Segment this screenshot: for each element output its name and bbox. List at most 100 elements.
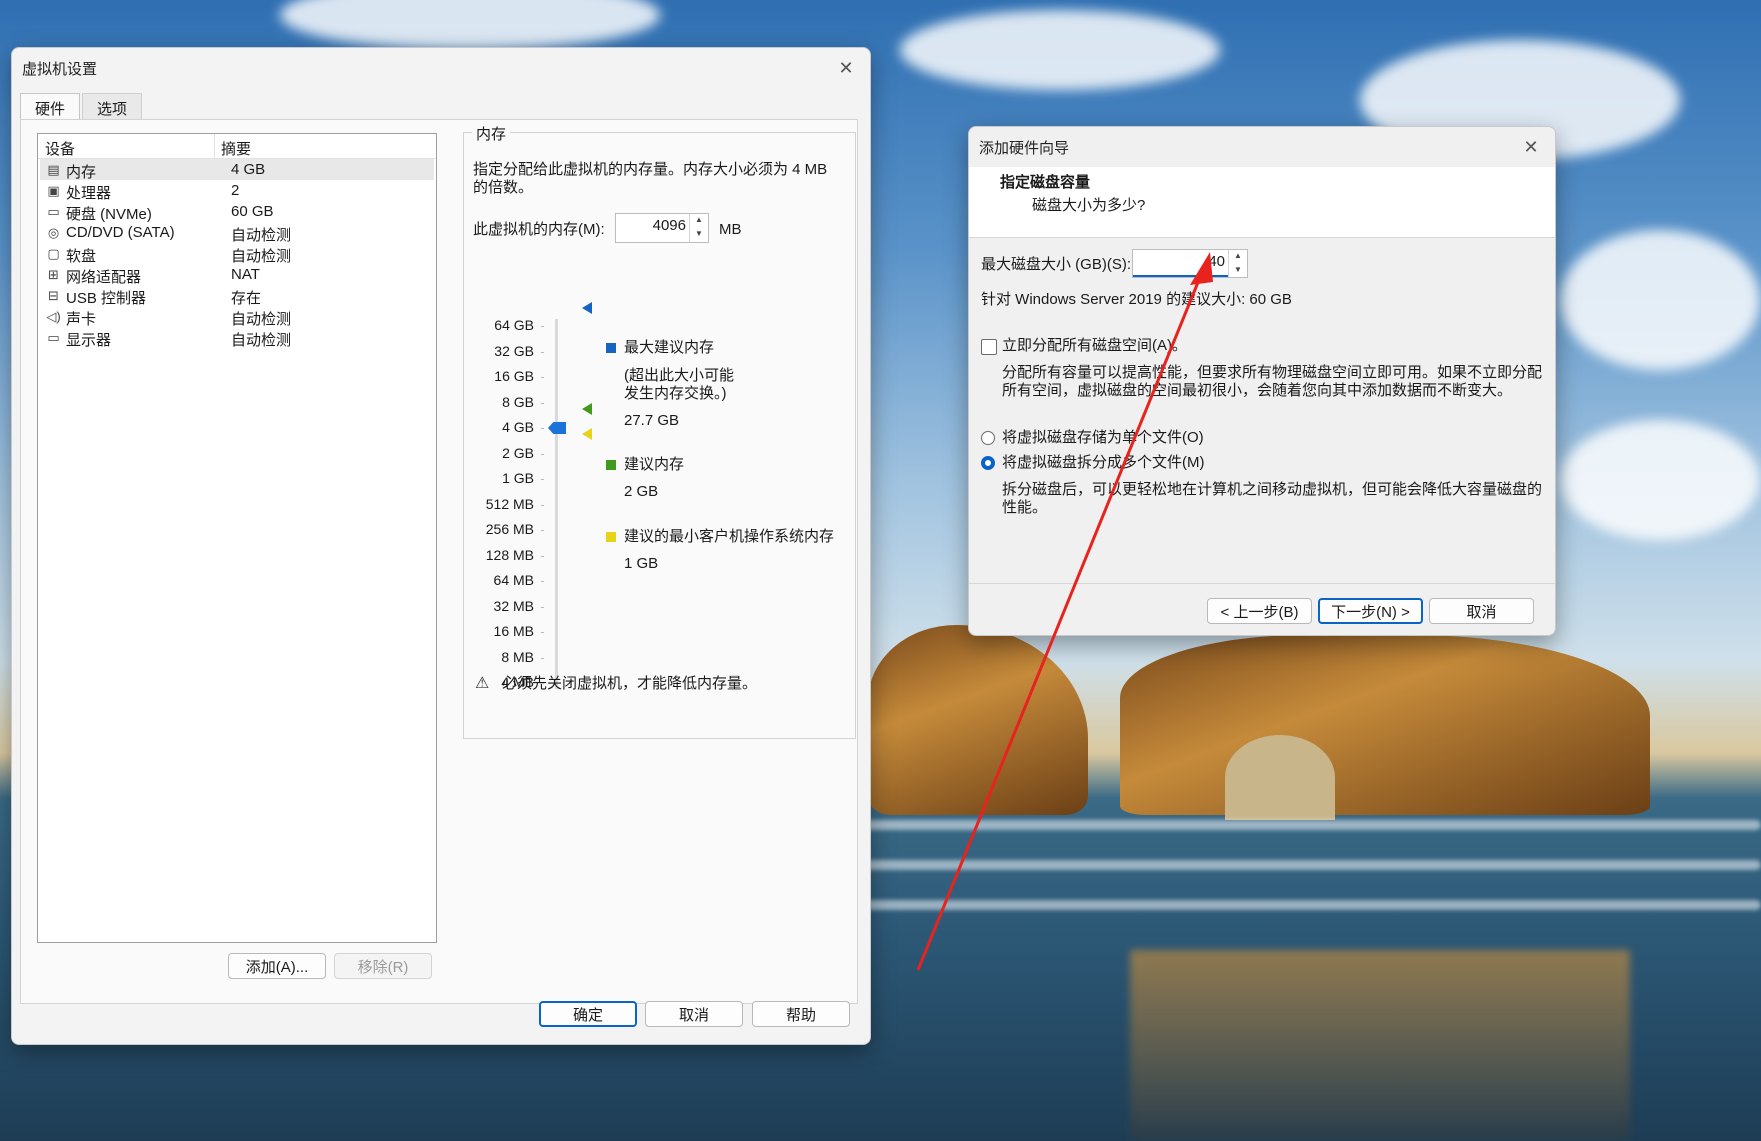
device-row-cd-dvd[interactable]: ◎ CD/DVD (SATA) 自动检测 xyxy=(40,222,434,244)
max-disk-size-value[interactable]: 40 xyxy=(1208,253,1225,270)
memory-scale-label: 8 GB xyxy=(502,393,534,410)
device-name: 内存 xyxy=(66,164,97,181)
single-file-label[interactable]: 将虚拟磁盘存储为单个文件(O) xyxy=(1002,428,1204,447)
memory-slider-track[interactable] xyxy=(555,319,558,689)
device-summary: 自动检测 xyxy=(231,248,292,265)
memory-scale-tick xyxy=(541,581,544,582)
max-recommended-marker xyxy=(582,302,592,314)
stepper-up-icon[interactable]: ▲ xyxy=(690,214,708,228)
memory-scale-tick xyxy=(541,402,544,404)
settings-close-icon[interactable]: ✕ xyxy=(832,54,860,82)
device-row-sound[interactable]: ◁) 声卡 自动检测 xyxy=(40,306,434,328)
memory-description: 指定分配给此虚拟机的内存量。内存大小必须为 4 MB xyxy=(473,161,828,178)
remove-hardware-button[interactable]: 移除(R) xyxy=(334,953,432,979)
speaker-icon: ◁) xyxy=(46,309,61,324)
memory-scale-tick xyxy=(541,657,544,659)
memory-size-value[interactable]: 4096 xyxy=(653,217,686,234)
memory-scale-tick xyxy=(541,632,544,633)
recommended-disk-size: 针对 Windows Server 2019 的建议大小: 60 GB xyxy=(981,291,1292,308)
device-row-usb[interactable]: ⊟ USB 控制器 存在 xyxy=(40,285,434,307)
add-hardware-wizard-window: 添加硬件向导 ✕ 指定磁盘容量 磁盘大小为多少? 最大磁盘大小 (GB)(S):… xyxy=(968,126,1556,636)
cancel-button[interactable]: 取消 xyxy=(645,1001,743,1027)
wave xyxy=(860,820,1761,830)
memory-scale-label: 4 MB xyxy=(501,674,534,690)
max-recommended-label: 最大建议内存 xyxy=(624,339,715,356)
column-device[interactable]: 设备 xyxy=(45,138,75,159)
cpu-icon: ▣ xyxy=(47,183,60,198)
back-button[interactable]: < 上一步(B) xyxy=(1207,598,1312,624)
stepper-up-icon[interactable]: ▲ xyxy=(1229,250,1247,264)
network-adapter-icon: ⊞ xyxy=(48,267,59,282)
max-recommended-swatch xyxy=(606,343,616,353)
memory-field-label: 此虚拟机的内存(M): xyxy=(473,221,605,238)
recommended-marker xyxy=(582,403,592,415)
device-row-floppy[interactable]: ▢ 软盘 自动检测 xyxy=(40,243,434,265)
allocate-now-checkbox[interactable] xyxy=(981,339,997,355)
memory-size-stepper[interactable]: 4096 ▲ ▼ xyxy=(615,213,709,243)
device-name: 声卡 xyxy=(66,311,97,328)
device-row-cpu[interactable]: ▣ 处理器 2 xyxy=(40,180,434,202)
wizard-title: 添加硬件向导 xyxy=(979,139,1070,157)
memory-scale-label: 2 GB xyxy=(502,444,534,461)
memory-scale-tick xyxy=(541,683,544,684)
device-name: 显示器 xyxy=(66,332,112,349)
memory-scale-tick xyxy=(541,428,544,429)
memory-scale-tick xyxy=(541,479,544,480)
wizard-titlebar: 添加硬件向导 ✕ xyxy=(969,127,1555,167)
memory-scale-tick xyxy=(541,351,544,353)
next-button[interactable]: 下一步(N) > xyxy=(1318,598,1423,624)
help-button[interactable]: 帮助 xyxy=(752,1001,850,1027)
device-summary: 自动检测 xyxy=(231,227,292,244)
device-summary: 存在 xyxy=(231,290,262,307)
memory-scale-tick xyxy=(541,504,544,506)
wave xyxy=(860,900,1761,910)
stepper-down-icon[interactable]: ▼ xyxy=(1229,264,1247,278)
wizard-close-icon[interactable]: ✕ xyxy=(1517,133,1545,161)
water-reflection xyxy=(1130,950,1630,1140)
cloud xyxy=(900,10,1220,90)
wizard-heading: 指定磁盘容量 xyxy=(1000,174,1091,191)
device-summary: 自动检测 xyxy=(231,332,292,349)
device-summary: 自动检测 xyxy=(231,311,292,328)
device-row-network[interactable]: ⊞ 网络适配器 NAT xyxy=(40,264,434,286)
settings-title: 虚拟机设置 xyxy=(22,60,98,78)
stepper-down-icon[interactable]: ▼ xyxy=(690,228,708,242)
recommended-value: 2 GB xyxy=(624,483,659,500)
usb-icon: ⊟ xyxy=(48,288,59,303)
allocate-now-label[interactable]: 立即分配所有磁盘空间(A)。 xyxy=(1002,336,1187,355)
device-row-hard-disk[interactable]: ▭ 硬盘 (NVMe) 60 GB xyxy=(40,201,434,223)
memory-scale-label: 64 GB xyxy=(494,317,534,333)
split-files-label[interactable]: 将虚拟磁盘拆分成多个文件(M) xyxy=(1002,453,1205,472)
split-files-radio[interactable] xyxy=(981,456,995,470)
memory-scale-label: 64 MB xyxy=(493,572,534,588)
memory-scale-tick xyxy=(541,606,544,608)
device-list[interactable]: 设备 摘要 ▤ 内存 4 GB ▣ 处理器 2 ▭ 硬盘 (NVMe) 60 G… xyxy=(37,133,437,943)
allocate-now-description-2: 所有空间，虚拟磁盘的空间最初很小，会随着您向其中添加数据而不断变大。 xyxy=(1002,382,1513,399)
memory-description-2: 的倍数。 xyxy=(473,179,534,196)
memory-scale-tick xyxy=(541,326,544,327)
min-guest-value: 1 GB xyxy=(624,555,659,572)
max-recommended-note: (超出此大小可能 xyxy=(624,367,734,384)
add-hardware-button[interactable]: 添加(A)... xyxy=(228,953,326,979)
hard-disk-icon: ▭ xyxy=(47,204,60,219)
memory-group-title: 内存 xyxy=(472,123,511,144)
rock-left xyxy=(868,625,1088,815)
device-name: 硬盘 (NVMe) xyxy=(66,206,152,223)
memory-scale-tick xyxy=(541,555,544,557)
wizard-cancel-button[interactable]: 取消 xyxy=(1429,598,1534,624)
memory-scale-label: 8 MB xyxy=(501,648,534,665)
cloud xyxy=(1560,420,1760,540)
ok-button[interactable]: 确定 xyxy=(539,1001,637,1027)
device-name: USB 控制器 xyxy=(66,290,147,307)
split-files-description: 拆分磁盘后，可以更轻松地在计算机之间移动虚拟机，但可能会降低大容量磁盘的 xyxy=(1002,481,1543,498)
memory-scale-tick xyxy=(541,377,544,378)
column-summary[interactable]: 摘要 xyxy=(221,138,251,159)
wave xyxy=(860,860,1761,870)
max-disk-size-stepper[interactable]: 40 ▲ ▼ xyxy=(1132,249,1248,278)
device-row-display[interactable]: ▭ 显示器 自动检测 xyxy=(40,327,434,349)
memory-scale-label: 128 MB xyxy=(485,546,534,563)
single-file-radio[interactable] xyxy=(981,431,995,445)
device-summary: 4 GB xyxy=(231,161,266,178)
device-row-memory[interactable]: ▤ 内存 4 GB xyxy=(40,159,434,181)
input-focus-underline xyxy=(1133,275,1228,277)
